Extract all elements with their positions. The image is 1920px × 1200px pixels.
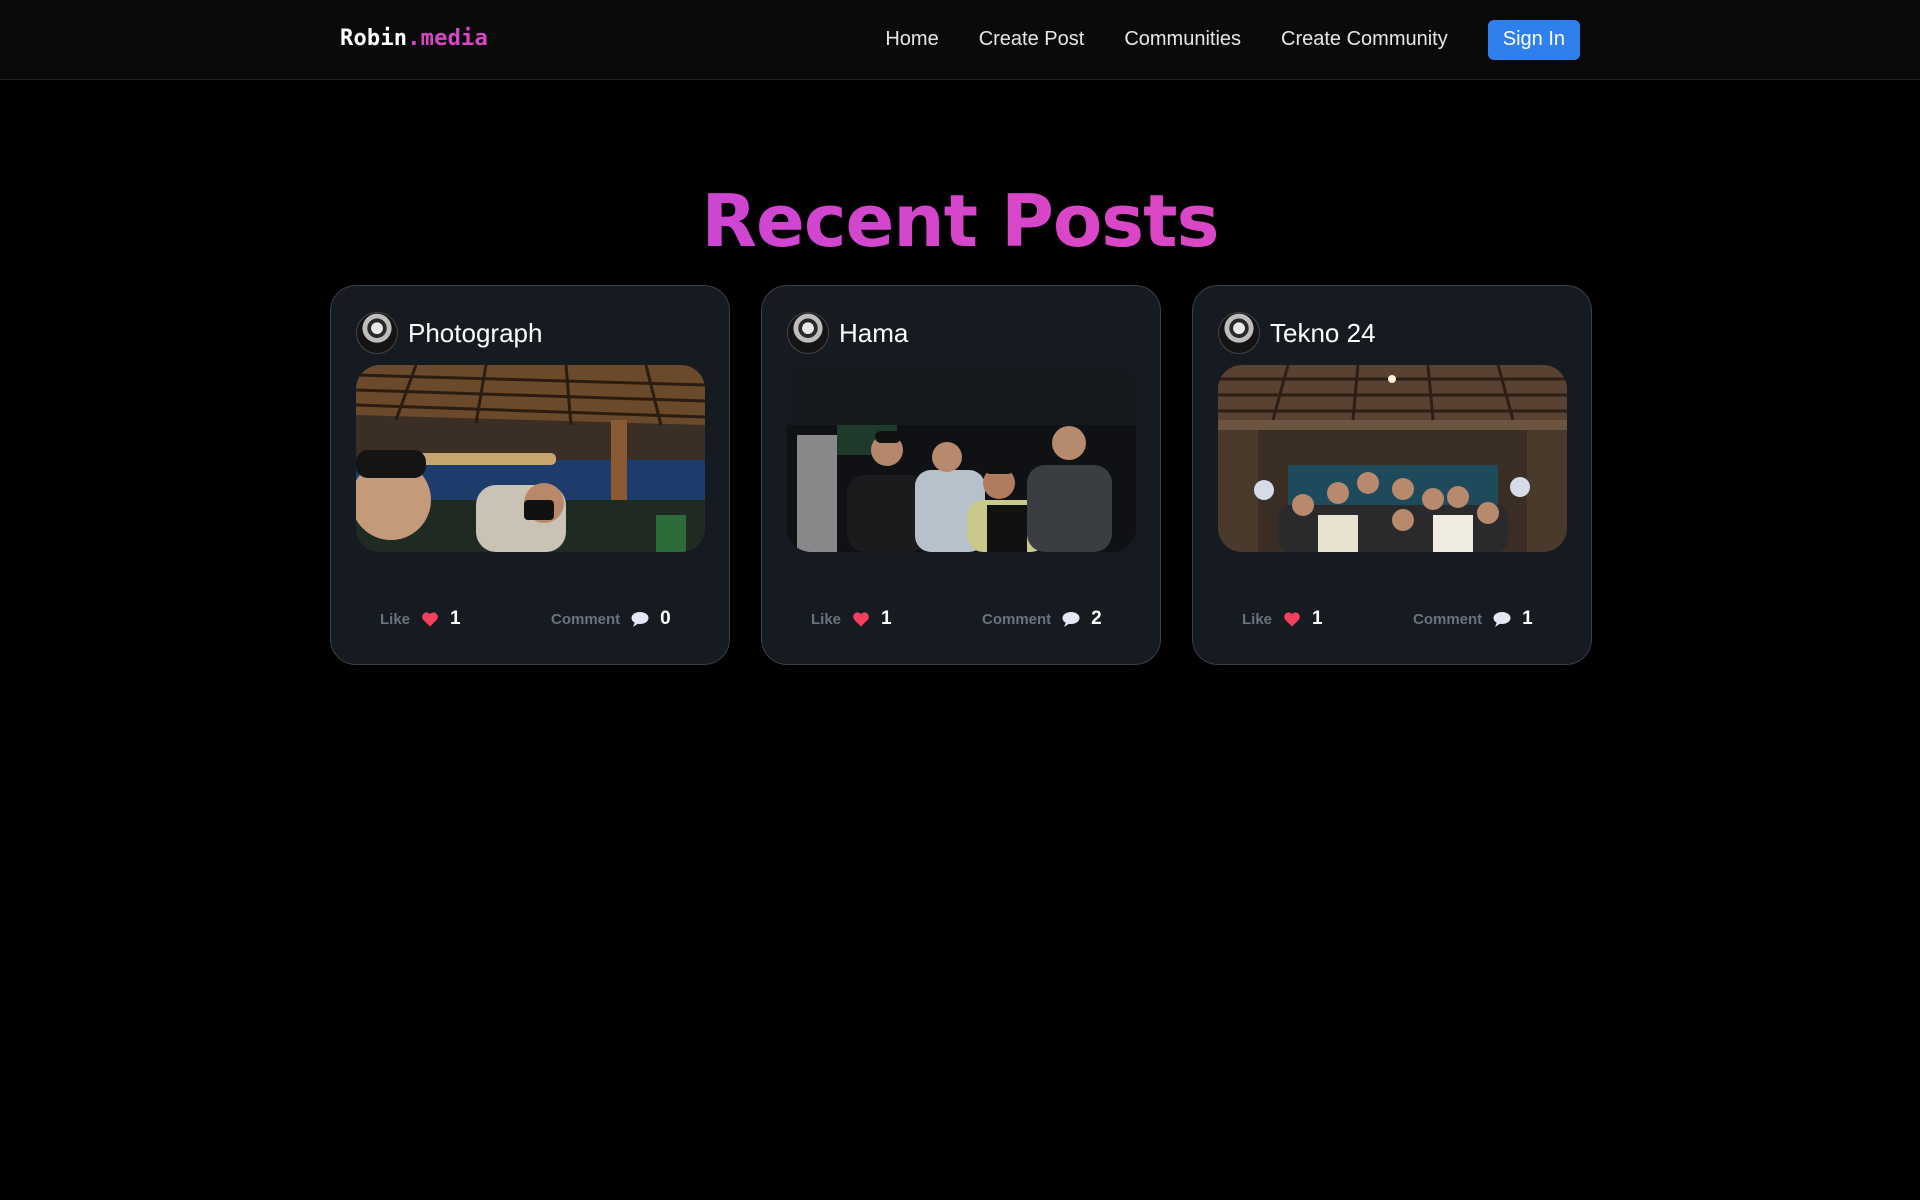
brand-logo[interactable]: Robin.media [340, 26, 488, 51]
nav-create-post[interactable]: Create Post [979, 28, 1085, 51]
like-label: Like [1242, 610, 1273, 628]
like-count: 1 [881, 608, 892, 629]
post-header: Tekno 24 [1218, 312, 1376, 354]
post-title[interactable]: Tekno 24 [1270, 318, 1376, 349]
post-header: Photograph [356, 312, 542, 354]
heart-icon [853, 612, 869, 627]
post-image-illustration [787, 365, 1136, 552]
sign-in-button[interactable]: Sign In [1487, 19, 1580, 60]
speech-bubble-icon [1493, 612, 1511, 627]
like-count: 1 [1312, 608, 1323, 629]
post-image[interactable] [1218, 365, 1567, 552]
comment-label: Comment [982, 610, 1052, 628]
comment-button[interactable]: Comment 1 [1413, 604, 1533, 634]
like-button[interactable]: Like 1 [811, 604, 892, 634]
top-navbar: Robin.media Home Create Post Communities… [0, 0, 1920, 80]
post-actions: Like 1 Comment 0 [331, 604, 729, 634]
page-title: Recent Posts [0, 178, 1920, 264]
like-label: Like [380, 610, 411, 628]
comment-count: 0 [660, 608, 671, 629]
speech-bubble-icon [1062, 612, 1080, 627]
post-image[interactable] [356, 365, 705, 552]
heart-icon [422, 612, 438, 627]
post-card[interactable]: Tekno 24 Like 1 Comment 1 [1192, 285, 1592, 665]
avatar [356, 312, 398, 354]
post-title[interactable]: Hama [839, 318, 908, 349]
brand-name: Robin [340, 26, 408, 51]
post-card[interactable]: Hama Like 1 Comment 2 [761, 285, 1161, 665]
post-actions: Like 1 Comment 1 [1193, 604, 1591, 634]
posts-grid: Photograph Like 1 Comment 0 Hama Like 1 … [330, 285, 1592, 665]
speech-bubble-icon [631, 612, 649, 627]
comment-button[interactable]: Comment 2 [982, 604, 1102, 634]
avatar [787, 312, 829, 354]
like-button[interactable]: Like 1 [380, 604, 461, 634]
like-button[interactable]: Like 1 [1242, 604, 1323, 634]
comment-label: Comment [551, 610, 621, 628]
like-label: Like [811, 610, 842, 628]
comment-button[interactable]: Comment 0 [551, 604, 671, 634]
post-image-illustration [356, 365, 705, 552]
post-image-illustration [1218, 365, 1567, 552]
like-count: 1 [450, 608, 461, 629]
comment-label: Comment [1413, 610, 1483, 628]
post-actions: Like 1 Comment 2 [762, 604, 1160, 634]
nav-home[interactable]: Home [885, 28, 938, 51]
heart-icon [1284, 612, 1300, 627]
brand-suffix: .media [407, 26, 488, 51]
comment-count: 1 [1522, 608, 1533, 629]
post-card[interactable]: Photograph Like 1 Comment 0 [330, 285, 730, 665]
avatar [1218, 312, 1260, 354]
post-title[interactable]: Photograph [408, 318, 542, 349]
post-image[interactable] [787, 365, 1136, 552]
comment-count: 2 [1091, 608, 1102, 629]
nav-links: Home Create Post Communities Create Comm… [885, 19, 1580, 60]
nav-communities[interactable]: Communities [1124, 28, 1241, 51]
nav-create-community[interactable]: Create Community [1281, 28, 1448, 51]
post-header: Hama [787, 312, 908, 354]
